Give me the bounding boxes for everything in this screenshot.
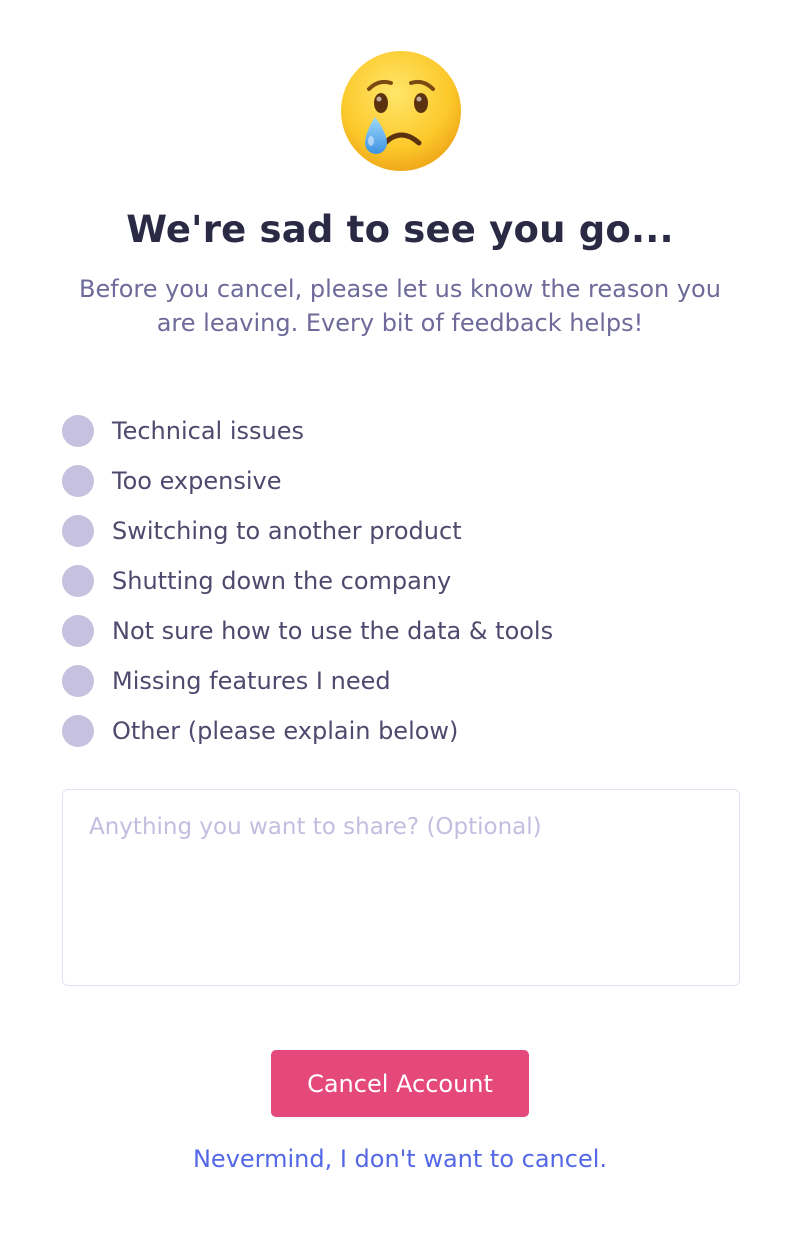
radio-button[interactable]: [62, 415, 94, 447]
radio-button[interactable]: [62, 615, 94, 647]
feedback-textarea[interactable]: [62, 789, 740, 986]
cancel-account-button[interactable]: Cancel Account: [271, 1050, 529, 1117]
reason-option-not-sure-how[interactable]: Not sure how to use the data & tools: [62, 606, 742, 656]
page-subtitle: Before you cancel, please let us know th…: [79, 275, 721, 337]
reason-option-technical-issues[interactable]: Technical issues: [62, 406, 742, 456]
radio-button[interactable]: [62, 565, 94, 597]
page-title: We're sad to see you go...: [126, 208, 674, 251]
reason-label: Technical issues: [112, 417, 304, 445]
reason-option-other[interactable]: Other (please explain below): [62, 706, 742, 756]
reason-label: Switching to another product: [112, 517, 462, 545]
radio-button[interactable]: [62, 715, 94, 747]
reason-label: Too expensive: [112, 467, 282, 495]
reason-option-too-expensive[interactable]: Too expensive: [62, 456, 742, 506]
radio-button[interactable]: [62, 515, 94, 547]
reason-option-switching-product[interactable]: Switching to another product: [62, 506, 742, 556]
reason-list: Technical issues Too expensive Switching…: [62, 406, 742, 756]
reason-label: Missing features I need: [112, 667, 391, 695]
radio-button[interactable]: [62, 665, 94, 697]
radio-button[interactable]: [62, 465, 94, 497]
reason-label: Shutting down the company: [112, 567, 452, 595]
reason-label: Other (please explain below): [112, 717, 459, 745]
reason-option-shutting-down[interactable]: Shutting down the company: [62, 556, 742, 606]
nevermind-link[interactable]: Nevermind, I don't want to cancel.: [0, 1145, 800, 1173]
reason-option-missing-features[interactable]: Missing features I need: [62, 656, 742, 706]
reason-label: Not sure how to use the data & tools: [112, 617, 554, 645]
crying-face-icon: [339, 49, 463, 173]
